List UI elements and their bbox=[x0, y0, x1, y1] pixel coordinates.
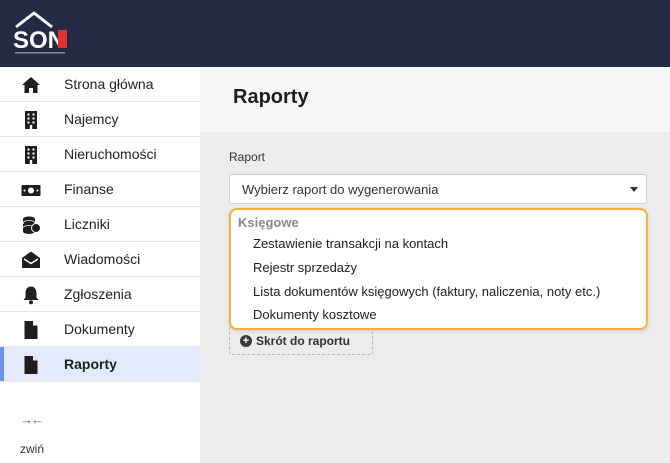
sidebar-item-najemcy[interactable]: Najemcy bbox=[0, 102, 200, 137]
coins-icon bbox=[20, 214, 42, 236]
sidebar-item-label: Wiadomości bbox=[64, 251, 141, 267]
building-icon bbox=[20, 109, 42, 131]
sidebar-item-label: Liczniki bbox=[64, 216, 110, 232]
svg-text:SON: SON bbox=[13, 27, 65, 54]
sidebar-item-label: Finanse bbox=[64, 181, 114, 197]
plus-circle-icon: + bbox=[240, 335, 252, 347]
dropdown-group-label: Księgowe bbox=[238, 215, 299, 230]
dropdown-option[interactable]: Rejestr sprzedaży bbox=[253, 260, 357, 275]
report-select[interactable]: Wybierz raport do wygenerowania bbox=[229, 174, 647, 204]
sidebar-item-label: Raporty bbox=[64, 356, 117, 372]
top-bar: SON bbox=[0, 0, 670, 67]
money-icon bbox=[20, 179, 42, 201]
sidebar-item-label: Strona główna bbox=[64, 76, 154, 92]
sidebar-item-dokumenty[interactable]: Dokumenty bbox=[0, 312, 200, 347]
dropdown-option[interactable]: Zestawienie transakcji na kontach bbox=[253, 236, 448, 251]
file-icon bbox=[20, 354, 42, 376]
dropdown-option[interactable]: Dokumenty kosztowe bbox=[253, 307, 377, 322]
sidebar-item-label: Nieruchomości bbox=[64, 146, 157, 162]
collapse-label: zwiń bbox=[20, 442, 45, 456]
bell-icon bbox=[20, 284, 42, 306]
collapse-arrows-icon: →← bbox=[20, 412, 44, 427]
report-shortcut-label: Skrót do raportu bbox=[256, 334, 351, 348]
sidebar-item-label: Zgłoszenia bbox=[64, 286, 132, 302]
file-icon bbox=[20, 319, 42, 341]
report-select-value: Wybierz raport do wygenerowania bbox=[242, 182, 439, 197]
building-icon bbox=[20, 144, 42, 166]
son-logo[interactable]: SON bbox=[12, 8, 72, 60]
sidebar-item-raporty[interactable]: Raporty bbox=[0, 347, 200, 382]
dropdown-option[interactable]: Lista dokumentów księgowych (faktury, na… bbox=[253, 284, 600, 299]
collapse-sidebar-button[interactable]: →← zwiń bbox=[20, 412, 60, 456]
sidebar-item-finanse[interactable]: Finanse bbox=[0, 172, 200, 207]
page-header: Raporty bbox=[200, 67, 670, 132]
sidebar-item-wiadomosci[interactable]: Wiadomości bbox=[0, 242, 200, 277]
page-title: Raporty bbox=[233, 86, 309, 108]
report-shortcut-button[interactable]: + Skrót do raportu bbox=[229, 326, 373, 355]
report-field-label: Raport bbox=[229, 150, 266, 164]
home-icon bbox=[20, 74, 42, 96]
sidebar-item-label: Najemcy bbox=[64, 111, 119, 127]
report-dropdown-menu: Księgowe Zestawienie transakcji na konta… bbox=[229, 208, 648, 330]
sidebar-item-liczniki[interactable]: Liczniki bbox=[0, 207, 200, 242]
envelope-open-icon bbox=[20, 249, 42, 271]
sidebar-item-strona-glowna[interactable]: Strona główna bbox=[0, 67, 200, 102]
sidebar: Strona główna Najemcy Nieruchomości Fina… bbox=[0, 67, 200, 463]
sidebar-item-zgloszenia[interactable]: Zgłoszenia bbox=[0, 277, 200, 312]
sidebar-item-label: Dokumenty bbox=[64, 321, 135, 337]
chevron-down-icon bbox=[630, 187, 638, 192]
sidebar-item-nieruchomosci[interactable]: Nieruchomości bbox=[0, 137, 200, 172]
